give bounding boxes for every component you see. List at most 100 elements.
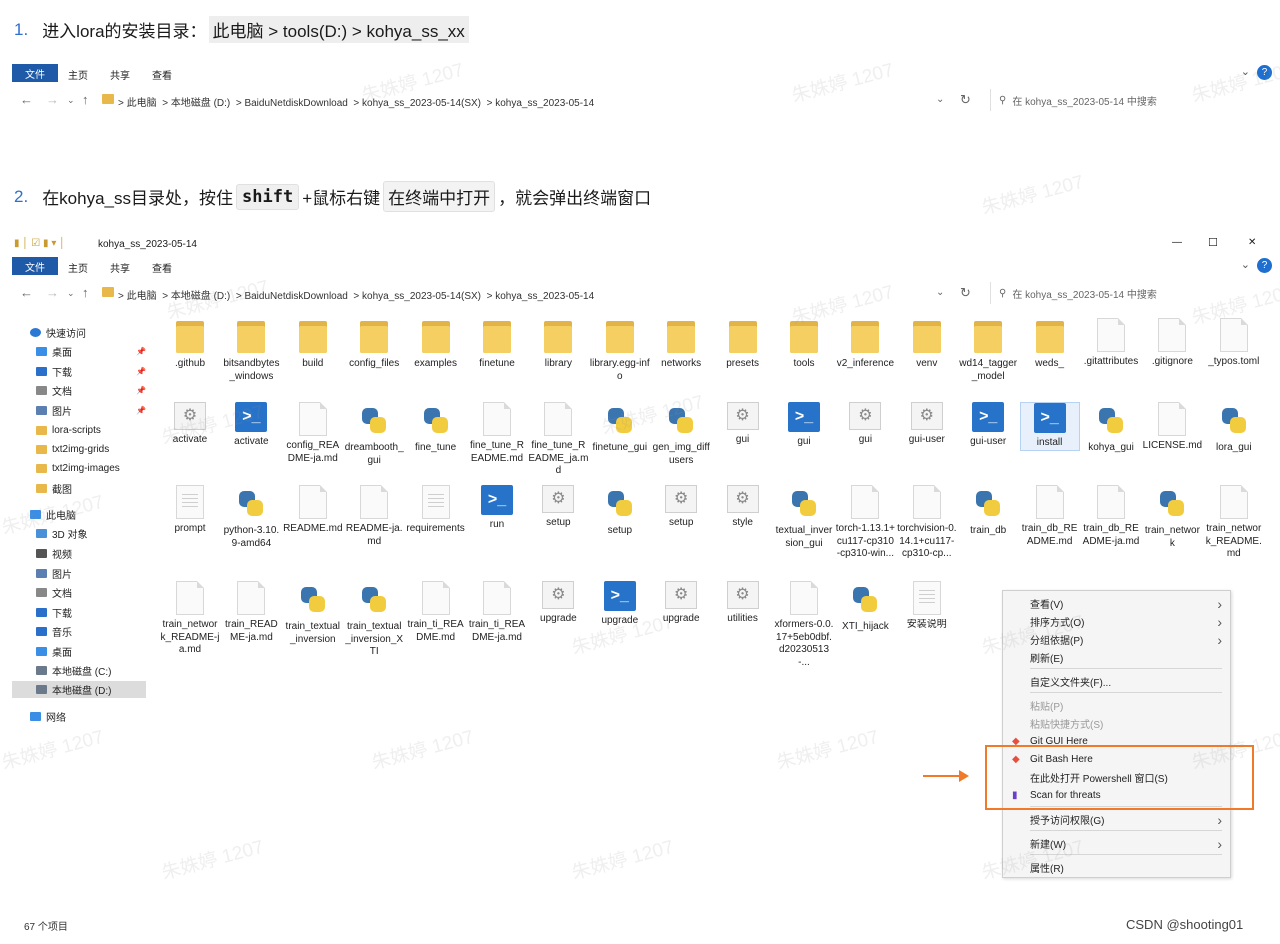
file-item[interactable]: torch-1.13.1+cu117-cp310-cp310-win... [835,485,895,561]
file-item[interactable]: setup [590,485,650,538]
refresh-icon[interactable]: ↻ [960,285,971,301]
address-dropdown-icon[interactable]: ⌄ [936,94,944,105]
file-item[interactable]: venv [897,318,957,371]
file-item[interactable]: gen_img_diffusers [651,402,711,467]
breadcrumb[interactable]: > 此电脑 > 本地磁盘 (D:) > BaiduNetdiskDownload… [118,94,594,109]
file-item[interactable]: finetune [467,318,527,371]
file-item[interactable]: torchvision-0.14.1+cu117-cp310-cp... [897,485,957,561]
file-item[interactable]: python-3.10.9-amd64 [221,485,281,550]
file-item[interactable]: train_db [958,485,1018,538]
file-item[interactable]: LICENSE.md [1142,402,1202,453]
file-item[interactable]: ⚙ style [713,485,773,530]
file-item[interactable]: library [528,318,588,371]
file-item[interactable]: >_ gui-user [958,402,1018,449]
maximize-button[interactable]: ☐ [1208,236,1218,249]
file-item[interactable]: >_ run [467,485,527,532]
file-item[interactable]: >_ gui [774,402,834,449]
sidebar-item[interactable]: 本地磁盘 (C:) [12,662,146,679]
sidebar-item[interactable]: 网络 [12,708,146,725]
file-item[interactable]: networks [651,318,711,371]
search-input[interactable]: ⚲ 在 kohya_ss_2023-05-14 中搜索 [990,282,1274,304]
back-icon[interactable]: ← [20,285,33,300]
forward-icon[interactable]: → [46,285,59,300]
file-item[interactable]: README-ja.md [344,485,404,548]
recent-dropdown-icon[interactable]: ⌄ [67,95,75,106]
file-item[interactable]: ⚙ gui [713,402,773,447]
search-input[interactable]: ⚲ 在 kohya_ss_2023-05-14 中搜索 [990,89,1274,111]
up-icon[interactable]: ↑ [82,92,89,107]
file-item[interactable]: examples [406,318,466,371]
sidebar-item[interactable]: 截图 [12,480,146,497]
file-item[interactable]: ⚙ gui [835,402,895,447]
menu-item[interactable]: 分组依据(P) › [1003,631,1230,648]
file-item[interactable]: v2_inference [835,318,895,371]
file-item[interactable]: .gitignore [1142,318,1202,369]
sidebar-item[interactable]: 下载 📌 [12,363,146,380]
file-item[interactable]: weds_ [1020,318,1080,371]
file-item[interactable]: train_ti_README.md [406,581,466,644]
sidebar-item[interactable]: 此电脑 [12,506,146,523]
file-item[interactable]: train_textual_inversion_XTI [344,581,404,659]
file-item[interactable]: ⚙ upgrade [651,581,711,626]
file-item[interactable]: textual_inversion_gui [774,485,834,550]
sidebar-item[interactable]: 3D 对象 [12,525,146,542]
sidebar-item[interactable]: 文档 📌 [12,382,146,399]
up-icon[interactable]: ↑ [82,285,89,300]
file-item[interactable]: _typos.toml [1204,318,1264,369]
ribbon-home-tab[interactable]: 主页 [68,260,88,275]
sidebar-item[interactable]: 图片 📌 [12,402,146,419]
sidebar-item[interactable]: 图片 [12,565,146,582]
file-item[interactable]: ⚙ setup [528,485,588,530]
sidebar-item[interactable]: 本地磁盘 (D:) [12,681,146,698]
file-item[interactable]: ⚙ gui-user [897,402,957,447]
refresh-icon[interactable]: ↻ [960,92,971,108]
minimize-button[interactable]: — [1172,237,1182,248]
file-item[interactable]: .github [160,318,220,371]
file-item[interactable]: XTI_hijack [835,581,895,634]
breadcrumb[interactable]: > 此电脑 > 本地磁盘 (D:) > BaiduNetdiskDownload… [118,287,594,302]
file-item[interactable]: tools [774,318,834,371]
file-item[interactable]: train_textual_inversion [283,581,343,646]
ribbon-share-tab[interactable]: 共享 [110,67,130,82]
file-item[interactable]: fine_tune_README.md [467,402,527,465]
file-item[interactable]: wd14_tagger_model [958,318,1018,383]
ribbon-view-tab[interactable]: 查看 [152,67,172,82]
sidebar-item[interactable]: 桌面 📌 [12,343,146,360]
file-item[interactable]: >_ install [1019,402,1080,451]
file-item[interactable]: >_ upgrade [590,581,650,628]
menu-item[interactable]: 属性(R) [1003,859,1230,876]
ribbon-share-tab[interactable]: 共享 [110,260,130,275]
file-item[interactable]: train_README-ja.md [221,581,281,644]
address-dropdown-icon[interactable]: ⌄ [936,287,944,298]
file-item[interactable]: prompt [160,485,220,536]
help-icon[interactable]: ? [1257,258,1272,273]
sidebar-item[interactable]: txt2img-grids [12,441,146,458]
file-item[interactable]: config_README-ja.md [283,402,343,465]
file-item[interactable]: fine_tune [406,402,466,455]
help-icon[interactable]: ? [1257,65,1272,80]
file-item[interactable]: train_db_README-ja.md [1081,485,1141,548]
forward-icon[interactable]: → [46,92,59,107]
sidebar-item[interactable]: 桌面 [12,643,146,660]
ribbon-file-tab[interactable]: 文件 [12,257,58,275]
menu-item[interactable]: 刷新(E) [1003,649,1230,666]
menu-item[interactable]: 新建(W) › [1003,835,1230,852]
menu-item[interactable]: 排序方式(O) › [1003,613,1230,630]
recent-dropdown-icon[interactable]: ⌄ [67,288,75,299]
file-item[interactable]: train_db_README.md [1020,485,1080,548]
sidebar-item[interactable]: 下载 [12,604,146,621]
menu-item[interactable]: 授予访问权限(G) › [1003,811,1230,828]
file-item[interactable]: config_files [344,318,404,371]
file-item[interactable]: train_network_README-ja.md [160,581,220,657]
file-item[interactable]: fine_tune_README_ja.md [528,402,588,478]
sidebar-item[interactable]: 音乐 [12,623,146,640]
file-item[interactable]: library.egg-info [590,318,650,383]
file-item[interactable]: ⚙ upgrade [528,581,588,626]
file-item[interactable]: dreambooth_gui [344,402,404,467]
file-item[interactable]: README.md [283,485,343,536]
file-item[interactable]: >_ activate [221,402,281,449]
menu-item[interactable]: 自定义文件夹(F)... [1003,673,1230,690]
file-item[interactable]: ⚙ setup [651,485,711,530]
close-button[interactable]: ✕ [1248,237,1256,248]
file-item[interactable]: lora_gui [1204,402,1264,455]
